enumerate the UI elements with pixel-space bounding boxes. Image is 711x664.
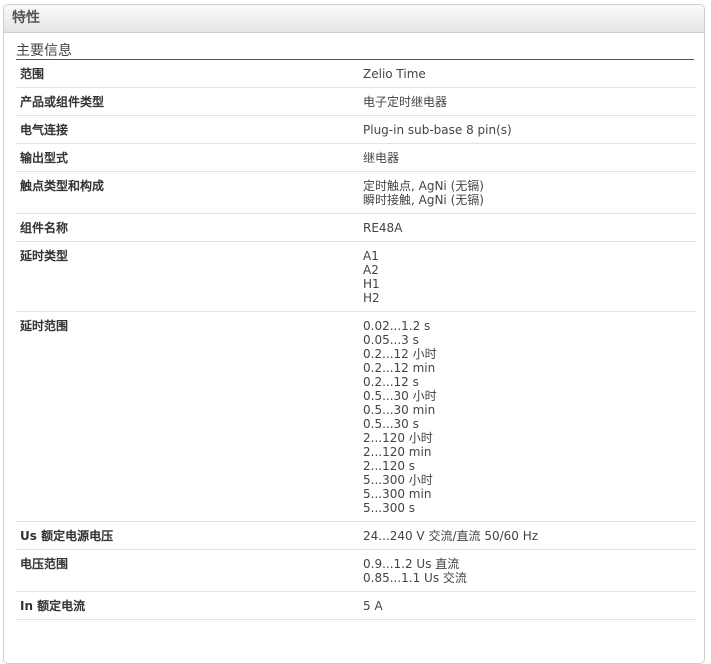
spec-row: 输出型式 继电器	[16, 143, 696, 172]
spec-value-line: 5...300 s	[363, 501, 416, 515]
spec-value-line: 5 A	[363, 599, 383, 613]
spec-value-line: 2...120 小时	[363, 431, 433, 445]
spec-row: 组件名称 RE48A	[16, 213, 696, 242]
spec-value-line: 24...240 V 交流/直流 50/60 Hz	[363, 529, 539, 543]
spec-value: 定时触点, AgNi (无镉) 瞬时接触, AgNi (无镉)	[359, 171, 696, 214]
spec-row: Us 额定电源电压 24...240 V 交流/直流 50/60 Hz	[16, 521, 696, 550]
spec-row: 范围 Zelio Time	[16, 60, 696, 88]
spec-row: In 额定电流 5 A	[16, 591, 696, 620]
spec-value: 24...240 V 交流/直流 50/60 Hz	[359, 521, 696, 550]
spec-value-line: 0.85...1.1 Us 交流	[363, 571, 467, 585]
spec-value-line: Zelio Time	[363, 67, 426, 81]
section-title: 主要信息	[16, 43, 694, 60]
spec-value-line: Plug-in sub-base 8 pin(s)	[363, 123, 512, 137]
spec-value-line: A1	[363, 249, 379, 263]
spec-value-line: 0.02...1.2 s	[363, 319, 431, 333]
spec-value-line: 0.9...1.2 Us 直流	[363, 557, 460, 571]
spec-value-line: 继电器	[363, 151, 400, 165]
spec-value-line: 0.5...30 小时	[363, 389, 437, 403]
spec-label: 电压范围	[16, 549, 359, 592]
spec-value-line: A2	[363, 263, 379, 277]
spec-label: 组件名称	[16, 213, 359, 242]
spec-value: Plug-in sub-base 8 pin(s)	[359, 115, 696, 144]
spec-row: 产品或组件类型 电子定时继电器	[16, 87, 696, 116]
panel-title: 特性	[4, 5, 704, 33]
spec-label: 电气连接	[16, 115, 359, 144]
spec-row: 电压范围 0.9...1.2 Us 直流 0.85...1.1 Us 交流	[16, 549, 696, 592]
spec-label: 延时类型	[16, 241, 359, 312]
spec-value-line: 瞬时接触, AgNi (无镉)	[363, 193, 484, 207]
spec-label: 产品或组件类型	[16, 87, 359, 116]
spec-value-line: 0.2...12 小时	[363, 347, 437, 361]
characteristics-panel: 特性 主要信息 范围 Zelio Time 产品或组件类型 电子定时继电器 电气连接 Pl…	[3, 4, 705, 664]
spec-value-line: 5...300 min	[363, 487, 432, 501]
spec-table: 范围 Zelio Time 产品或组件类型 电子定时继电器 电气连接 Plug-in su…	[16, 60, 696, 620]
spec-label: 触点类型和构成	[16, 171, 359, 214]
spec-label: Us 额定电源电压	[16, 521, 359, 550]
spec-value-line: 0.2...12 min	[363, 361, 436, 375]
spec-value-line: 0.2...12 s	[363, 375, 419, 389]
spec-value-line: 电子定时继电器	[363, 95, 448, 109]
spec-table-body: 范围 Zelio Time 产品或组件类型 电子定时继电器 电气连接 Plug-in su…	[16, 60, 696, 620]
spec-value-line: 5...300 小时	[363, 473, 433, 487]
spec-label: In 额定电流	[16, 591, 359, 620]
spec-value: 5 A	[359, 591, 696, 620]
spec-value-line: 0.5...30 s	[363, 417, 419, 431]
spec-value: A1 A2 H1 H2	[359, 241, 696, 312]
spec-value-line: H2	[363, 291, 380, 305]
spec-value: 电子定时继电器	[359, 87, 696, 116]
spec-value-line: 0.05...3 s	[363, 333, 419, 347]
spec-row: 延时范围 0.02...1.2 s 0.05...3 s 0.2...12 小时 0.2…	[16, 311, 696, 522]
spec-value: Zelio Time	[359, 60, 696, 88]
spec-value: 继电器	[359, 143, 696, 172]
spec-row: 电气连接 Plug-in sub-base 8 pin(s)	[16, 115, 696, 144]
spec-row: 触点类型和构成 定时触点, AgNi (无镉) 瞬时接触, AgNi (无镉)	[16, 171, 696, 214]
spec-value-line: 2...120 s	[363, 459, 416, 473]
spec-label: 延时范围	[16, 311, 359, 522]
spec-value-line: 2...120 min	[363, 445, 432, 459]
spec-value-line: 定时触点, AgNi (无镉)	[363, 179, 484, 193]
spec-value: RE48A	[359, 213, 696, 242]
spec-value-line: 0.5...30 min	[363, 403, 436, 417]
spec-label: 范围	[16, 60, 359, 88]
spec-label: 输出型式	[16, 143, 359, 172]
spec-value: 0.9...1.2 Us 直流 0.85...1.1 Us 交流	[359, 549, 696, 592]
spec-row: 延时类型 A1 A2 H1 H2	[16, 241, 696, 312]
spec-value-line: H1	[363, 277, 380, 291]
spec-value: 0.02...1.2 s 0.05...3 s 0.2...12 小时 0.2...1…	[359, 311, 696, 522]
spec-value-line: RE48A	[363, 221, 403, 235]
